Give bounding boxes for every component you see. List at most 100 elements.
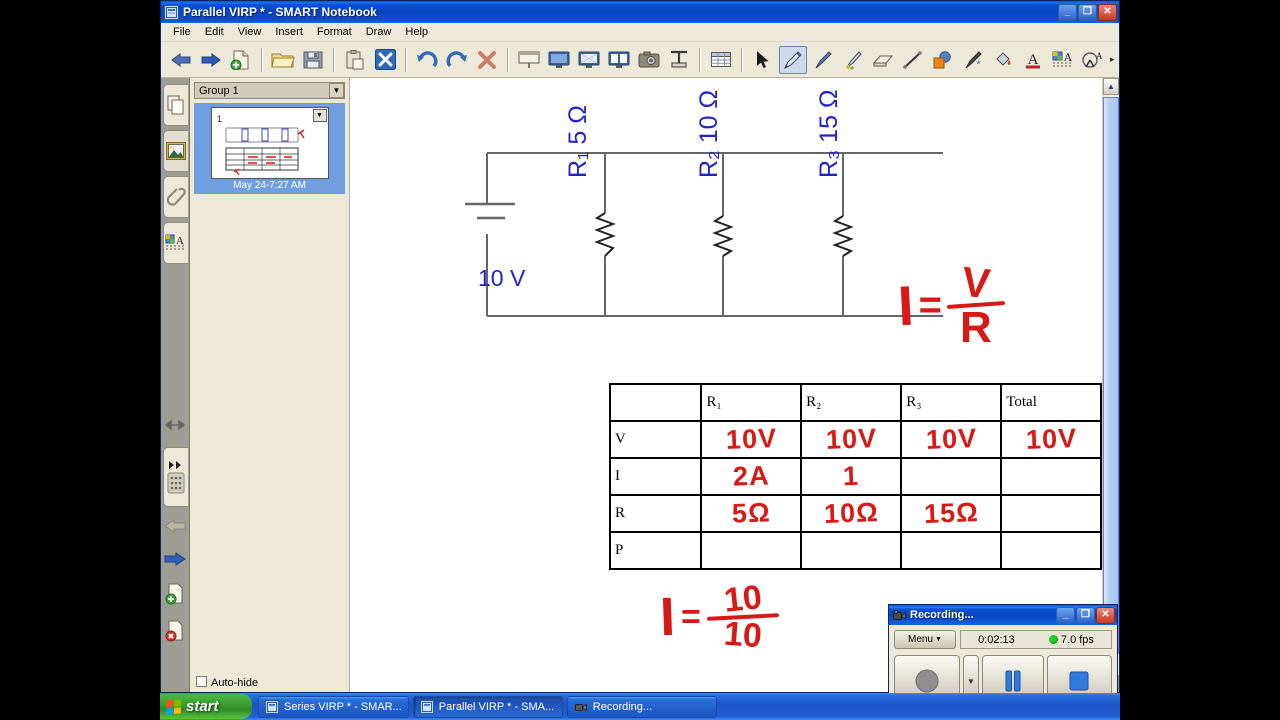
calligraphic-pen-icon[interactable]: [809, 46, 837, 74]
select-pointer-icon[interactable]: [749, 46, 777, 74]
window-maximize-button[interactable]: ❐: [1078, 3, 1097, 21]
page-thumbnail-list: 1 ▼ May 24-7:27 AM: [190, 99, 349, 692]
shapes-icon[interactable]: [929, 46, 957, 74]
cell-v-r3[interactable]: 10V: [900, 420, 1003, 459]
taskbar-series-virp[interactable]: Series VIRP * - SMAR...: [258, 695, 409, 718]
smart-tools-icon[interactable]: [371, 46, 399, 74]
start-button[interactable]: start: [160, 694, 252, 719]
ohms-law-numerator: V: [959, 257, 993, 308]
line-color-icon[interactable]: A: [1019, 46, 1047, 74]
taskbar-parallel-virp[interactable]: Parallel VIRP * - SMA...: [412, 695, 563, 718]
recording-status-row: Menu ▼ 0:02:13 7.0 fps: [894, 629, 1112, 650]
page-sorter-tab[interactable]: [162, 84, 188, 126]
table-header-row: R₁ R₂ R₃ Total: [608, 383, 1102, 422]
delete-icon[interactable]: [473, 46, 501, 74]
magic-pen-icon[interactable]: [959, 46, 987, 74]
menu-edit[interactable]: Edit: [198, 24, 231, 40]
cell-i-total[interactable]: [1000, 457, 1102, 496]
table-row-label-i: I: [608, 457, 703, 496]
recording-minimize-button[interactable]: _: [1056, 606, 1075, 624]
recording-menu-button[interactable]: Menu ▼: [894, 630, 956, 649]
new-page-icon[interactable]: [227, 46, 255, 74]
open-file-icon[interactable]: [269, 46, 297, 74]
scroll-up-button[interactable]: ▲: [1103, 78, 1119, 95]
attachments-tab[interactable]: [162, 176, 188, 218]
ohms-law-denominator: R: [960, 302, 992, 352]
camcorder-icon: [892, 608, 906, 622]
table-row: R 5Ω 10Ω 15Ω: [608, 494, 1102, 533]
redo-icon[interactable]: [443, 46, 471, 74]
cell-i-r1[interactable]: 2A: [700, 457, 803, 496]
cell-i-r3[interactable]: [900, 457, 1003, 496]
taskbar-parallel-virp-label: Parallel VIRP * - SMA...: [438, 700, 555, 713]
properties-icon[interactable]: A: [1049, 46, 1077, 74]
page-scrollbar[interactable]: ▲ ▼: [1102, 78, 1119, 692]
insert-table-ruler-icon[interactable]: [665, 46, 693, 74]
thumbnail-menu-button[interactable]: ▼: [312, 109, 327, 122]
cell-r-r2[interactable]: 10Ω: [800, 494, 903, 533]
notebook-page[interactable]: 10 V R₁ 5 Ω R₂ 10 Ω R₃ 15 Ω I = V R R₁ R…: [349, 78, 1102, 692]
previous-page-icon[interactable]: [163, 517, 187, 540]
current-calc-equals: =: [681, 597, 701, 636]
save-icon[interactable]: [299, 46, 327, 74]
menu-insert[interactable]: Insert: [268, 24, 310, 40]
back-arrow-icon[interactable]: [167, 46, 195, 74]
recording-menu-label: Menu: [908, 634, 934, 645]
menu-view[interactable]: View: [231, 24, 269, 40]
next-page-icon[interactable]: [163, 550, 187, 573]
cell-r-total[interactable]: [1000, 494, 1102, 533]
taskbar-recording[interactable]: Recording...: [566, 695, 717, 718]
menu-file[interactable]: File: [166, 24, 198, 40]
cell-p-r2[interactable]: [800, 531, 903, 570]
menu-format[interactable]: Format: [310, 24, 359, 40]
recording-close-button[interactable]: ✕: [1096, 606, 1115, 624]
dual-page-display-icon[interactable]: [605, 46, 633, 74]
cell-v-r1[interactable]: 10V: [700, 420, 803, 459]
autohide-checkbox[interactable]: [196, 676, 207, 687]
line-icon[interactable]: [899, 46, 927, 74]
properties-tab[interactable]: A: [162, 222, 188, 264]
gallery-tab[interactable]: [162, 130, 188, 172]
creative-pen-icon[interactable]: [839, 46, 867, 74]
cell-r-r3[interactable]: 15Ω: [900, 494, 1003, 533]
toolbar-separator: [405, 47, 407, 72]
scrollbar-track[interactable]: [1103, 95, 1119, 675]
cell-p-r3[interactable]: [900, 531, 1003, 570]
forward-arrow-icon[interactable]: [197, 46, 225, 74]
cell-v-r2[interactable]: 10V: [800, 420, 903, 459]
virp-table[interactable]: R₁ R₂ R₃ Total V 10V 10V 10V 10V I 2A 1 …: [608, 383, 1102, 570]
paste-icon[interactable]: [341, 46, 369, 74]
chevron-down-icon[interactable]: ▼: [329, 83, 344, 98]
table-header-r2: R₂: [800, 383, 903, 422]
resize-panel-icon[interactable]: [164, 418, 186, 437]
cell-p-total[interactable]: [1000, 531, 1102, 570]
group-selector[interactable]: Group 1 ▼: [194, 82, 345, 99]
scrollbar-thumb[interactable]: [1103, 97, 1119, 654]
recording-maximize-button[interactable]: ❐: [1076, 606, 1095, 624]
pen-icon[interactable]: [779, 45, 807, 74]
undo-icon[interactable]: [413, 46, 441, 74]
screen-capture-icon[interactable]: [635, 46, 663, 74]
cell-p-r1[interactable]: [700, 531, 803, 570]
full-screen-view-icon[interactable]: [545, 46, 573, 74]
delete-page-icon[interactable]: [164, 620, 186, 647]
add-page-icon[interactable]: [164, 583, 186, 610]
toolbar-overflow-arrow[interactable]: ▸: [1110, 54, 1115, 65]
table-icon[interactable]: [707, 46, 735, 74]
transparent-background-icon[interactable]: [575, 46, 603, 74]
cell-i-r2[interactable]: 1: [800, 457, 903, 496]
menu-help[interactable]: Help: [398, 24, 435, 40]
sidebar-panel: Group 1 ▼ 1 ▼ May 24-7:27 AM Auto-hide: [189, 78, 349, 692]
fill-color-icon[interactable]: [989, 46, 1017, 74]
cell-r-r1[interactable]: 5Ω: [700, 494, 803, 533]
measurement-tools-icon[interactable]: A: [1079, 46, 1107, 74]
cell-v-total[interactable]: 10V: [1000, 420, 1102, 459]
window-minimize-button[interactable]: _: [1058, 3, 1077, 21]
eraser-icon[interactable]: [869, 46, 897, 74]
menu-draw[interactable]: Draw: [359, 24, 399, 40]
page-thumbnail-preview[interactable]: 1 ▼: [210, 107, 329, 179]
expand-panel-icon[interactable]: [162, 447, 188, 507]
show-hide-screen-shade-icon[interactable]: [515, 46, 543, 74]
page-thumbnail-item[interactable]: 1 ▼ May 24-7:27 AM: [194, 103, 345, 194]
window-close-button[interactable]: ✕: [1098, 3, 1117, 21]
